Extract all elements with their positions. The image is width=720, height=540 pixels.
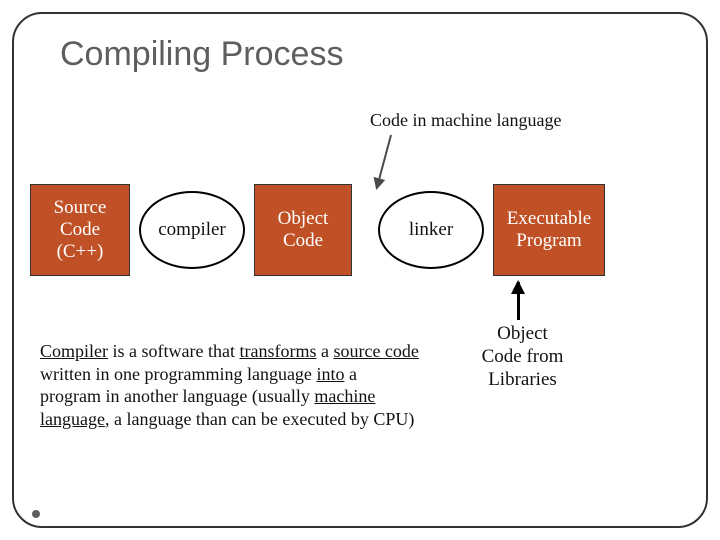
object-code-label: Object Code [255,208,351,252]
executable-box: Executable Program [493,184,605,276]
description-text: Compiler is a software that transforms a… [40,340,420,430]
libraries-arrow-icon [517,282,520,320]
source-code-label: Source Code (C++) [31,197,129,263]
linker-label: linker [409,219,453,241]
compiler-ellipse: compiler [139,191,245,269]
linker-ellipse: linker [378,191,484,269]
libraries-text: Object Code from Libraries [455,323,590,391]
compiler-label: compiler [158,219,226,241]
object-code-box: Object Code [254,184,352,276]
annotation-text: Code in machine language [370,110,561,131]
bullet-dot-icon [32,510,40,518]
executable-label: Executable Program [494,208,604,252]
flow-diagram: Source Code (C++) compiler Object Code l… [30,180,710,280]
source-code-box: Source Code (C++) [30,184,130,276]
slide-title: Compiling Process [60,35,343,74]
